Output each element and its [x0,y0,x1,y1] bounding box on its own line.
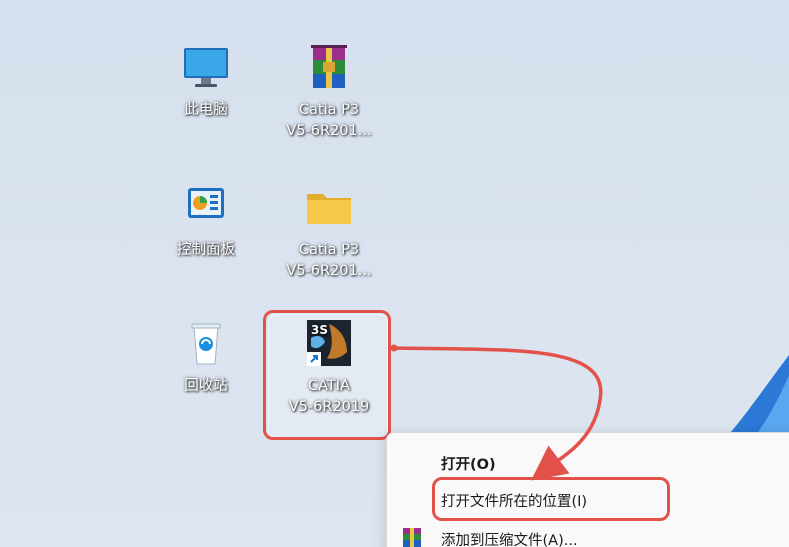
annotation-arrow [390,344,603,481]
desktop: 此电脑 Catia P3 V5-6R201... 控制面板 Catia P3 V… [0,0,789,547]
